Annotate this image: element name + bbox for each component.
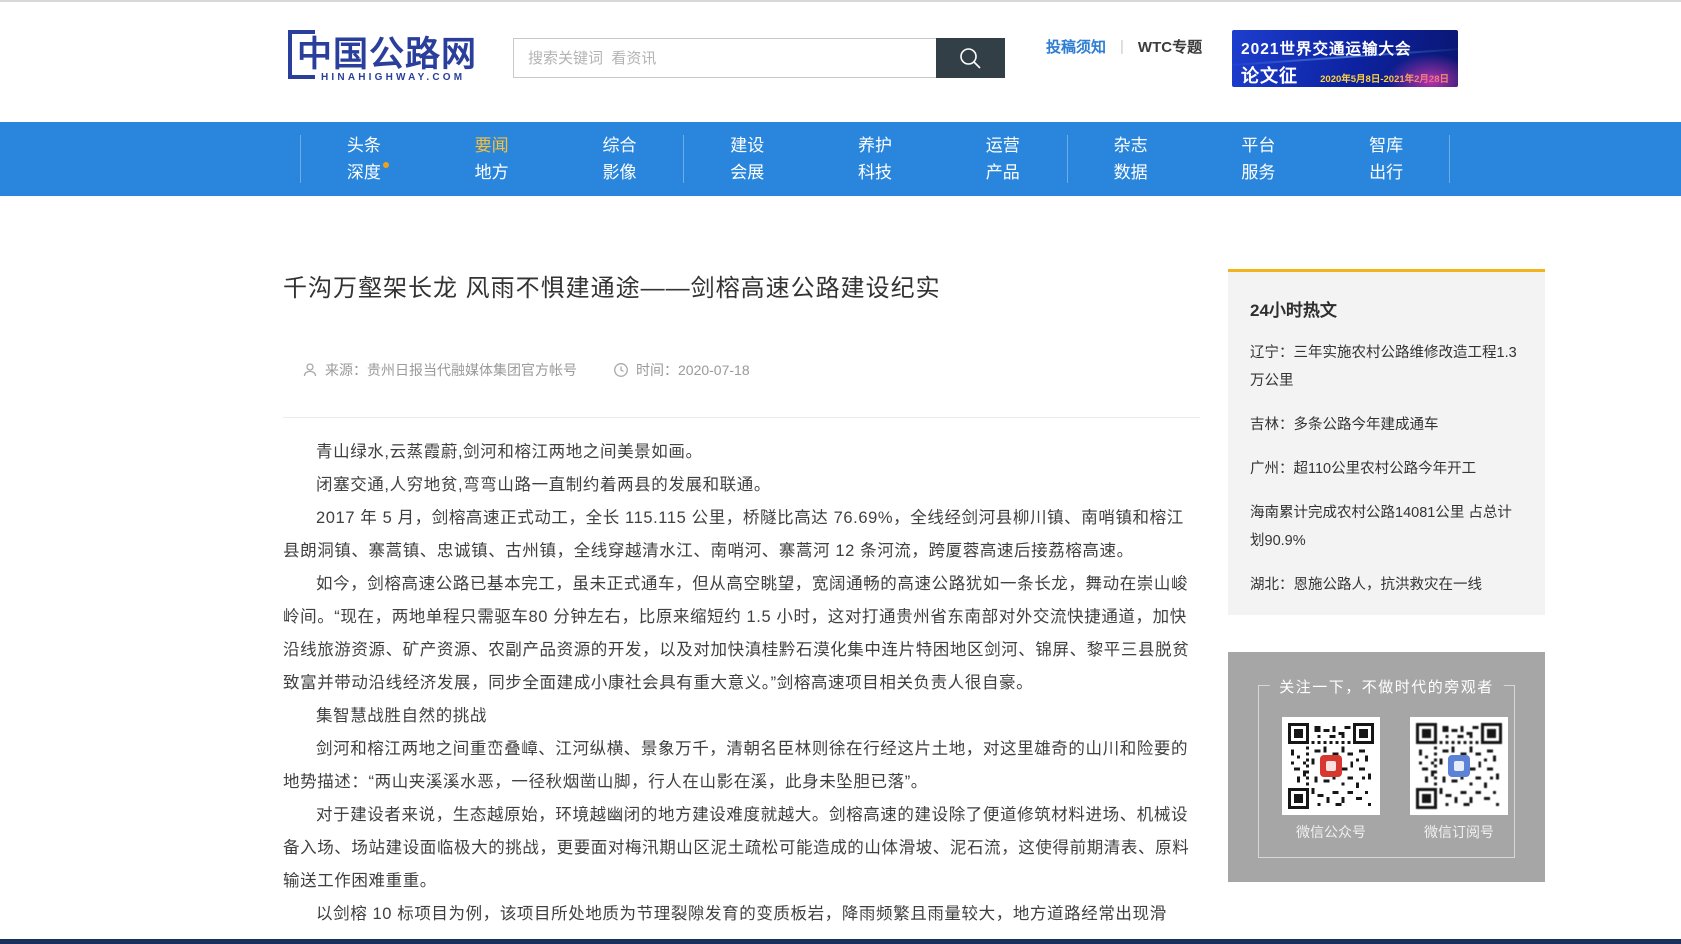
paragraph: 闭塞交通,人穷地贫,弯弯山路一直制约着两县的发展和联通。 (283, 469, 1200, 502)
nav-item-products[interactable]: 产品 (939, 159, 1067, 186)
hot-article-link[interactable]: 辽宁：三年实施农村公路维修改造工程1.3万公里 (1250, 339, 1523, 395)
source-text: 来源：贵州日报当代融媒体集团官方帐号 (325, 360, 577, 380)
nav-item-operation[interactable]: 运营 (939, 132, 1067, 159)
wechat-subscription-qr-code (1410, 717, 1508, 815)
hot-articles-title: 24小时热文 (1250, 296, 1523, 321)
conference-banner-ad[interactable]: 2021世界交通运输大会 论文征集 2020年5月8日-2021年2月28日 (1232, 30, 1458, 87)
nav-item-travel[interactable]: 出行 (1322, 159, 1450, 186)
nav-separator (683, 135, 684, 183)
logo-text: 中国公路网 (297, 26, 477, 77)
nav-col-6: 运营 产品 (939, 122, 1067, 196)
top-border (0, 0, 1681, 2)
paragraph: 青山绿水,云蒸霞蔚,剑河和榕江两地之间美景如画。 (283, 436, 1200, 469)
nav-item-local[interactable]: 地方 (428, 159, 556, 186)
wtc-topic-link[interactable]: WTC专题 (1138, 36, 1202, 57)
qr-label-public-account: 微信公众号 (1282, 822, 1380, 842)
wechat-public-qr-code (1282, 717, 1380, 815)
header-links: 投稿须知 | WTC专题 (1046, 36, 1202, 57)
hot-article-link[interactable]: 海南累计完成农村公路14081公里 占总计划90.9% (1250, 499, 1523, 555)
hot-article-link[interactable]: 吉林：多条公路今年建成通车 (1250, 411, 1523, 439)
qr-center-logo-blue (1448, 755, 1470, 777)
article-title: 千沟万壑架长龙 风雨不惧建通途——剑榕高速公路建设纪实 (283, 268, 1203, 303)
nav-item-headlines[interactable]: 头条 (300, 132, 428, 159)
nav-item-platform[interactable]: 平台 (1194, 132, 1322, 159)
new-badge-dot (383, 162, 389, 168)
nav-item-comprehensive[interactable]: 综合 (556, 132, 684, 159)
nav-item-magazine[interactable]: 杂志 (1067, 132, 1195, 159)
nav-item-maintenance[interactable]: 养护 (811, 132, 939, 159)
hot-articles-panel: 24小时热文 辽宁：三年实施农村公路维修改造工程1.3万公里 吉林：多条公路今年… (1228, 269, 1545, 615)
nav-item-important-news[interactable]: 要闻 (428, 132, 556, 159)
paragraph: 剑河和榕江两地之间重峦叠嶂、江河纵横、景象万千，清朝名臣林则徐在行经这片土地，对… (283, 733, 1200, 799)
logo-subtext: HINAHIGHWAY.COM (321, 72, 465, 83)
search-icon (957, 45, 984, 72)
nav-item-services[interactable]: 服务 (1194, 159, 1322, 186)
page-bottom-bar (0, 939, 1681, 944)
nav-item-thinktank[interactable]: 智库 (1322, 132, 1450, 159)
nav-col-7: 杂志 数据 (1067, 122, 1195, 196)
nav-separator (300, 135, 301, 183)
meta-divider (283, 417, 1200, 418)
search-button[interactable] (936, 38, 1005, 78)
article-time: 时间：2020-07-18 (613, 360, 750, 380)
nav-item-images[interactable]: 影像 (556, 159, 684, 186)
nav-col-9: 智库 出行 (1322, 122, 1450, 196)
article-meta: 来源：贵州日报当代融媒体集团官方帐号 时间：2020-07-18 (285, 360, 1205, 382)
paragraph: 对于建设者来说，生态越原始，环境越幽闭的地方建设难度就越大。剑榕高速的建设除了便… (283, 799, 1200, 898)
nav-col-8: 平台 服务 (1194, 122, 1322, 196)
page: 中国公路网 HINAHIGHWAY.COM 投稿须知 | WTC专题 2021世… (0, 0, 1681, 944)
nav-item-data[interactable]: 数据 (1067, 159, 1195, 186)
nav-col-2: 要闻 地方 (428, 122, 556, 196)
qr-label-subscription-account: 微信订阅号 (1410, 822, 1508, 842)
follow-panel-title: 关注一下，不做时代的旁观者 (1269, 676, 1504, 697)
nav-col-4: 建设 会展 (683, 122, 811, 196)
hot-article-link[interactable]: 湖北：恩施公路人，抗洪救灾在一线 (1250, 571, 1523, 599)
nav-col-5: 养护 科技 (811, 122, 939, 196)
time-text: 时间：2020-07-18 (636, 360, 750, 380)
banner-subtitle: 论文征集 (1241, 62, 1315, 87)
main-nav: 头条 深度 要闻 地方 综合 影像 建设 会展 养护 科技 运营 产品 (0, 122, 1681, 196)
submission-notice-link[interactable]: 投稿须知 (1046, 36, 1106, 57)
paragraph: 集智慧战胜自然的挑战 (283, 700, 1200, 733)
paragraph: 以剑榕 10 标项目为例，该项目所处地质为节理裂隙发育的变质板岩，降雨频繁且雨量… (283, 898, 1200, 931)
nav-col-1: 头条 深度 (300, 122, 428, 196)
nav-item-construction[interactable]: 建设 (683, 132, 811, 159)
hot-article-link[interactable]: 广州：超110公里农村公路今年开工 (1250, 455, 1523, 483)
paragraph: 2017 年 5 月，剑榕高速正式动工，全长 115.115 公里，桥隧比高达 … (283, 502, 1200, 568)
nav-item-exhibition[interactable]: 会展 (683, 159, 811, 186)
paragraph: 如今，剑榕高速公路已基本完工，虽未正式通车，但从高空眺望，宽阔通畅的高速公路犹如… (283, 568, 1200, 700)
links-separator: | (1120, 38, 1124, 55)
site-logo[interactable]: 中国公路网 HINAHIGHWAY.COM (288, 26, 508, 86)
wechat-follow-panel: 关注一下，不做时代的旁观者 微信公众号 微信订阅号 (1228, 652, 1545, 882)
article-body: 青山绿水,云蒸霞蔚,剑河和榕江两地之间美景如画。 闭塞交通,人穷地贫,弯弯山路一… (283, 436, 1200, 931)
nav-col-3: 综合 影像 (556, 122, 684, 196)
nav-separator (1449, 135, 1450, 183)
article-source: 来源：贵州日报当代融媒体集团官方帐号 (302, 360, 577, 380)
qr-center-logo-red (1320, 755, 1342, 777)
nav-separator (1067, 135, 1068, 183)
user-icon (302, 362, 318, 378)
clock-icon (613, 362, 629, 378)
nav-item-technology[interactable]: 科技 (811, 159, 939, 186)
search-input[interactable] (513, 38, 937, 78)
nav-item-depth[interactable]: 深度 (300, 159, 428, 186)
banner-dates: 2020年5月8日-2021年2月28日 (1320, 71, 1449, 85)
banner-title: 2021世界交通运输大会 (1241, 37, 1449, 59)
